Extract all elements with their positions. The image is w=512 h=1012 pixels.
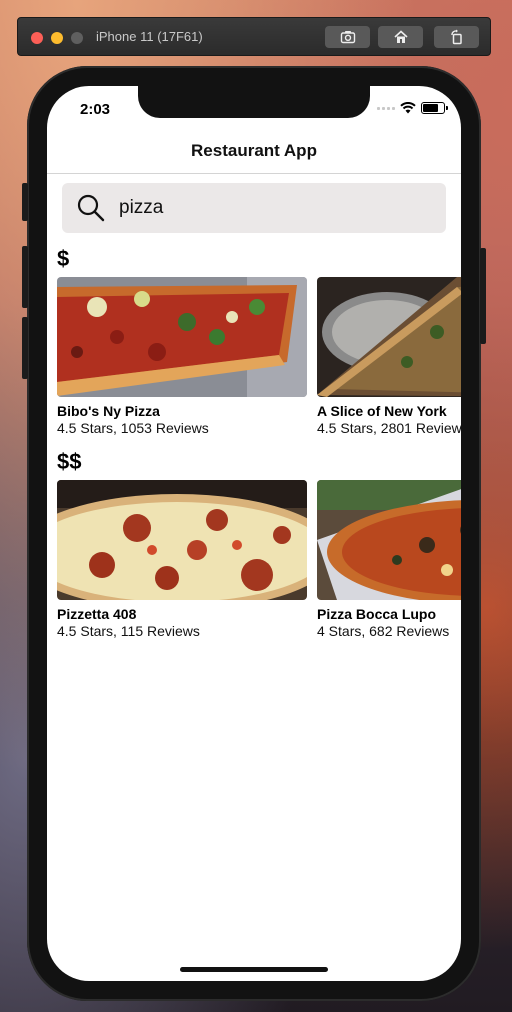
restaurant-rating: 4.5 Stars, 115 Reviews <box>57 623 200 639</box>
zoom-window-button[interactable] <box>71 32 83 44</box>
status-time: 2:03 <box>80 101 111 118</box>
restaurant-name: Pizzetta 408 <box>57 606 137 622</box>
restaurant-card[interactable]: Pizzetta 408 4.5 Stars, 115 Reviews <box>57 480 307 639</box>
mute-switch[interactable] <box>22 183 28 221</box>
restaurant-image <box>317 277 461 397</box>
screenshot-button[interactable] <box>325 26 370 48</box>
home-button[interactable] <box>378 26 423 48</box>
restaurant-image <box>57 277 307 397</box>
phone-screen: 2:03 Restaurant App $ <box>47 86 461 981</box>
status-icons <box>377 102 448 114</box>
restaurant-card[interactable]: Pizza Bocca Lupo 4 Stars, 682 Reviews <box>317 480 461 639</box>
close-window-button[interactable] <box>31 32 43 44</box>
price-section-title: $ <box>57 246 70 271</box>
restaurant-name: A Slice of New York <box>317 403 447 419</box>
home-icon <box>393 30 408 43</box>
cellular-signal-icon <box>377 106 395 110</box>
minimize-window-button[interactable] <box>51 32 63 44</box>
restaurant-name: Pizza Bocca Lupo <box>317 606 437 622</box>
wifi-icon <box>400 102 416 114</box>
restaurant-image <box>317 480 461 600</box>
battery-icon <box>421 102 448 114</box>
screenshot-icon <box>340 31 355 44</box>
search-icon <box>77 194 105 222</box>
restaurant-card[interactable]: Bibo's Ny Pizza 4.5 Stars, 1053 Reviews <box>57 277 307 436</box>
home-indicator[interactable] <box>180 967 328 972</box>
search-bar[interactable] <box>62 183 446 233</box>
restaurant-rating: 4 Stars, 682 Reviews <box>317 623 450 639</box>
restaurant-card[interactable]: A Slice of New York 4.5 Stars, 2801 Revi… <box>317 277 461 436</box>
search-input[interactable] <box>119 195 419 221</box>
restaurant-image <box>57 480 307 600</box>
simulator-toolbar: iPhone 11 (17F61) <box>17 17 491 56</box>
notch <box>138 86 370 118</box>
restaurant-name: Bibo's Ny Pizza <box>57 403 160 419</box>
side-power-button[interactable] <box>480 248 486 344</box>
page-title: Restaurant App <box>191 141 317 160</box>
rotate-button[interactable] <box>434 26 479 48</box>
restaurant-rating: 4.5 Stars, 2801 Reviews <box>317 420 461 436</box>
price-section-title: $$ <box>57 449 82 474</box>
restaurant-rating: 4.5 Stars, 1053 Reviews <box>57 420 209 436</box>
simulator-device-title: iPhone 11 (17F61) <box>96 29 203 44</box>
rotate-icon <box>450 29 462 45</box>
volume-down-button[interactable] <box>22 317 28 379</box>
nav-divider <box>47 173 461 174</box>
volume-up-button[interactable] <box>22 246 28 308</box>
